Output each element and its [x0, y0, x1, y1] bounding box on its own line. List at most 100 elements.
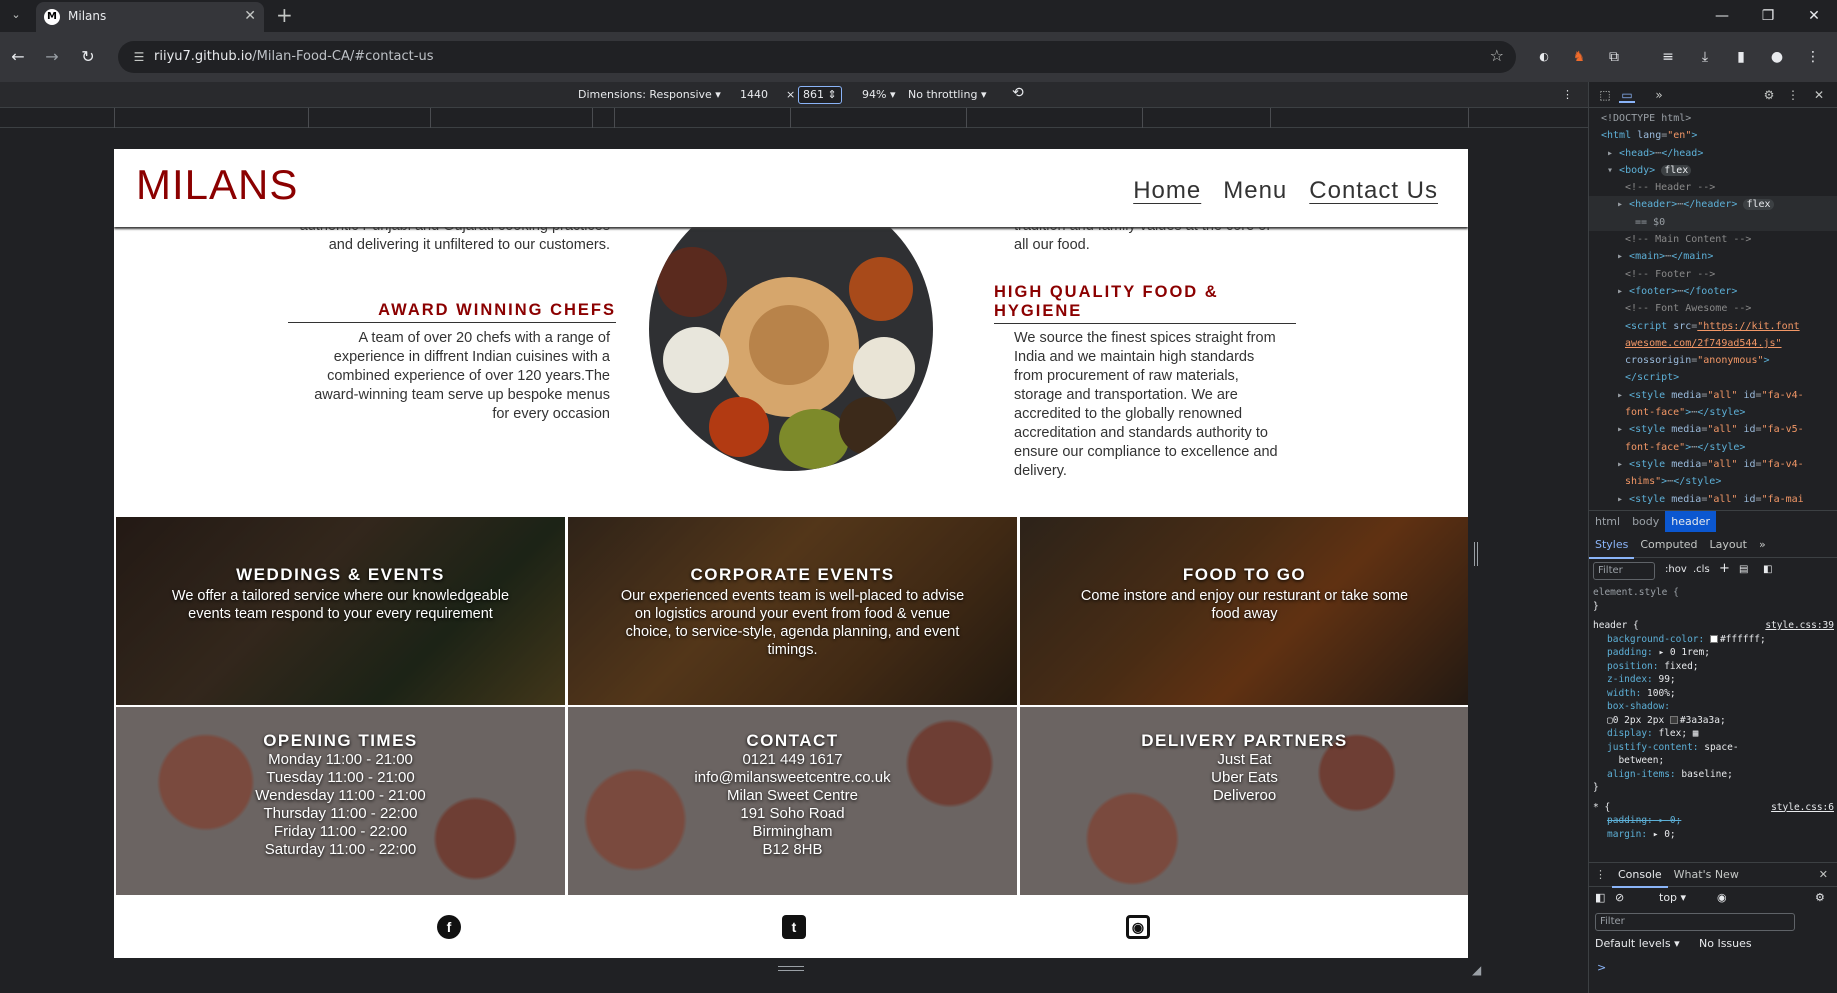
- info-title: CONTACT: [746, 731, 839, 750]
- console-sidebar-icon[interactable]: ◧: [1595, 891, 1605, 904]
- tab-styles[interactable]: Styles: [1589, 532, 1635, 559]
- reload-icon[interactable]: ↻: [76, 45, 100, 69]
- opening-line: Tuesday 11:00 - 21:00: [266, 769, 415, 786]
- rotate-icon[interactable]: ⟲: [1012, 85, 1024, 101]
- viewport-resize-bottom[interactable]: [778, 966, 804, 971]
- styles-subtabs: Styles Computed Layout»: [1589, 532, 1837, 559]
- info-card-opening-times: OPENING TIMES Monday 11:00 - 21:00 Tuesd…: [116, 707, 565, 895]
- delivery-list: Just Eat Uber Eats Deliveroo: [1020, 751, 1468, 805]
- devtools-tabbar: ⬚ ▭ » ⚙ ⋮ ✕: [1589, 82, 1837, 108]
- award-heading: AWARD WINNING CHEFS: [288, 301, 616, 323]
- site-info-icon[interactable]: ☰: [130, 48, 148, 66]
- default-levels-dropdown[interactable]: Default levels ▾: [1595, 937, 1680, 950]
- browser-menu-icon[interactable]: ⋮: [1802, 46, 1824, 68]
- delivery-partner: Deliveroo: [1212, 787, 1277, 804]
- times-sign: ×: [786, 88, 796, 101]
- media-icon[interactable]: ≡: [1657, 46, 1679, 68]
- service-text: We offer a tailored service where our kn…: [171, 588, 510, 622]
- delivery-partner: Uber Eats: [1211, 769, 1278, 786]
- breadcrumb-item[interactable]: header: [1665, 511, 1717, 532]
- close-tab-icon[interactable]: ✕: [244, 8, 256, 24]
- instagram-icon[interactable]: ◉: [1126, 915, 1150, 939]
- phone-number[interactable]: 0121 449 1617: [568, 751, 1017, 769]
- nav-home-link[interactable]: Home: [1133, 177, 1201, 205]
- new-tab-icon[interactable]: +: [276, 3, 293, 27]
- back-icon[interactable]: ←: [6, 45, 30, 69]
- opening-times-list: Monday 11:00 - 21:00 Tuesday 11:00 - 21:…: [116, 751, 565, 859]
- address-line: B12 8HB: [762, 841, 823, 858]
- breadcrumb-item[interactable]: body: [1626, 511, 1665, 532]
- award-body: A team of over 20 chefs with a range of …: [314, 330, 610, 422]
- breadcrumb-item[interactable]: html: [1589, 511, 1626, 532]
- service-card-corporate: CORPORATE EVENTS Our experienced events …: [568, 517, 1017, 705]
- info-title: OPENING TIMES: [263, 731, 418, 750]
- service-card-weddings: WEDDINGS & EVENTS We offer a tailored se…: [116, 517, 565, 705]
- device-more-icon[interactable]: ⋮: [1562, 88, 1573, 101]
- console-filter-input[interactable]: Filter: [1595, 913, 1795, 931]
- side-panel-icon[interactable]: ▮: [1730, 46, 1752, 68]
- viewport-resize-corner-icon[interactable]: ◢: [1472, 963, 1481, 977]
- console-settings-icon[interactable]: ⚙: [1815, 891, 1825, 904]
- computed-toggle-icon[interactable]: ▤: [1739, 564, 1748, 575]
- tab-strip: ⌄ M Milans ✕ + — ❐ ✕: [0, 0, 1837, 32]
- height-input[interactable]: 861 ⇕: [798, 86, 842, 104]
- nav-contact-link[interactable]: Contact Us: [1309, 177, 1438, 205]
- more-tabs-icon[interactable]: »: [1651, 87, 1667, 103]
- throttling-dropdown[interactable]: No throttling ▾: [908, 88, 986, 101]
- styles-filter-input[interactable]: Filter: [1593, 562, 1655, 580]
- sidebar-toggle-icon[interactable]: ◧: [1763, 564, 1772, 575]
- tab-computed[interactable]: Computed: [1634, 532, 1703, 557]
- drawer-menu-icon[interactable]: ⋮: [1589, 863, 1612, 886]
- devtools-close-icon[interactable]: ✕: [1811, 87, 1827, 103]
- no-issues-label: No Issues: [1699, 937, 1752, 950]
- media-query-ruler: [0, 108, 1588, 128]
- extension-icon[interactable]: ◐: [1533, 46, 1555, 68]
- download-icon[interactable]: ⤓: [1694, 46, 1716, 68]
- services-section: WEDDINGS & EVENTS We offer a tailored se…: [114, 515, 1468, 895]
- cls-toggle[interactable]: .cls: [1693, 564, 1710, 575]
- service-text: Our experienced events team is well-plac…: [620, 588, 965, 658]
- bookmark-star-icon[interactable]: ☆: [1490, 46, 1504, 65]
- more-subtabs-icon[interactable]: »: [1753, 532, 1772, 557]
- browser-tab[interactable]: M Milans ✕: [36, 2, 264, 32]
- inspect-element-icon[interactable]: ⬚: [1597, 87, 1613, 103]
- twitter-icon[interactable]: t: [782, 915, 806, 939]
- drawer-close-icon[interactable]: ✕: [1813, 863, 1834, 886]
- device-toggle-icon[interactable]: ▭: [1619, 87, 1635, 103]
- service-card-food-to-go: FOOD TO GO Come instore and enjoy our re…: [1020, 517, 1468, 705]
- profile-avatar-icon[interactable]: ●: [1766, 46, 1788, 68]
- facebook-icon[interactable]: f: [437, 915, 461, 939]
- site-header: MILANS Home Menu Contact Us: [114, 149, 1468, 227]
- tab-search-icon[interactable]: ⌄: [6, 5, 26, 25]
- tab-whats-new[interactable]: What's New: [1668, 863, 1745, 886]
- eye-icon[interactable]: ◉: [1717, 891, 1727, 904]
- dimensions-dropdown[interactable]: Dimensions: Responsive ▾: [578, 88, 721, 101]
- nav-menu-link[interactable]: Menu: [1223, 177, 1287, 205]
- site-logo[interactable]: MILANS: [136, 161, 298, 209]
- width-input[interactable]: 1440: [740, 88, 768, 106]
- new-rule-icon[interactable]: +: [1719, 561, 1730, 576]
- site-nav: Home Menu Contact Us: [1133, 177, 1438, 205]
- opening-line: Saturday 11:00 - 22:00: [264, 841, 417, 858]
- devtools-menu-icon[interactable]: ⋮: [1785, 87, 1801, 103]
- extensions-puzzle-icon[interactable]: ⧉: [1603, 46, 1625, 68]
- email-address[interactable]: info@milansweetcentre.co.uk: [568, 769, 1017, 787]
- minimize-icon[interactable]: —: [1704, 4, 1740, 28]
- hov-toggle[interactable]: :hov: [1665, 564, 1687, 575]
- window-close-icon[interactable]: ✕: [1796, 4, 1832, 28]
- url-text[interactable]: riiyu7.github.io/Milan-Food-CA/#contact-…: [154, 49, 433, 64]
- extension-fox-icon[interactable]: ♞: [1568, 46, 1590, 68]
- service-title: FOOD TO GO: [1182, 565, 1307, 584]
- viewport-resize-handle[interactable]: [1474, 542, 1478, 566]
- tab-console[interactable]: Console: [1612, 863, 1668, 888]
- zoom-dropdown[interactable]: 94% ▾: [862, 88, 895, 101]
- context-dropdown[interactable]: top ▾: [1659, 891, 1686, 904]
- devtools-settings-icon[interactable]: ⚙: [1761, 87, 1777, 103]
- clear-console-icon[interactable]: ⊘: [1615, 891, 1624, 904]
- tab-layout[interactable]: Layout: [1704, 532, 1753, 557]
- console-drawer: ⋮ Console What's New ✕ ◧ ⊘ top ▾ ◉ ⚙ Filte…: [1589, 862, 1837, 993]
- restore-icon[interactable]: ❐: [1750, 4, 1786, 28]
- forward-icon[interactable]: →: [40, 45, 64, 69]
- service-text: Come instore and enjoy our resturant or …: [1080, 588, 1409, 622]
- address-bar[interactable]: ☰ riiyu7.github.io/Milan-Food-CA/#contac…: [118, 41, 1516, 73]
